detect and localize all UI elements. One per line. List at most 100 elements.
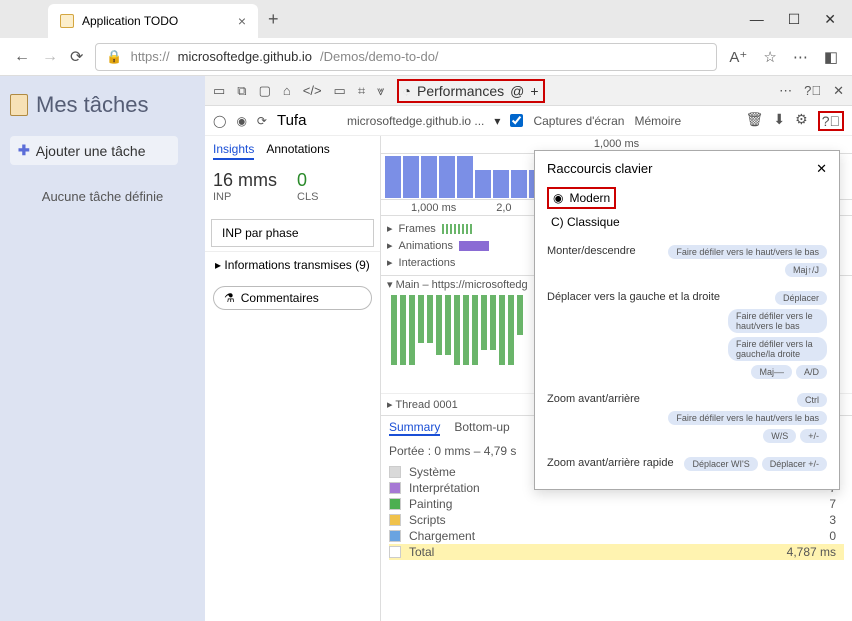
overflow-icon[interactable]: ⋯ [779, 83, 792, 99]
inspect-icon[interactable]: ▭ [213, 83, 225, 99]
tab-bottomup[interactable]: Bottom-up [454, 420, 509, 436]
shortcut-key: Ctrl [797, 393, 827, 407]
legend-label: Total [409, 545, 434, 559]
legend-swatch [389, 498, 401, 510]
shortcut-section-title: Monter/descendre [547, 245, 636, 257]
shortcut-key: Déplacer WI'S [684, 457, 757, 471]
plus-icon[interactable]: + [530, 83, 538, 99]
legend-label: Interprétation [409, 481, 480, 495]
radio-icon: ◉ [553, 191, 563, 205]
reload-record-icon[interactable]: ⟳ [257, 114, 267, 128]
throttle-dropdown[interactable]: microsoftedge.github.io ... [347, 114, 484, 128]
metric-inp[interactable]: 16 mms INP [213, 170, 277, 203]
legend-swatch [389, 466, 401, 478]
maximize-icon[interactable]: ☐ [788, 11, 801, 28]
insight-inp-phase[interactable]: INP par phase [211, 219, 374, 247]
home-icon[interactable]: ⌂ [283, 83, 291, 98]
forward-button[interactable]: → [42, 48, 58, 66]
tab-favicon [60, 14, 74, 28]
performance-tab[interactable]: ◔ Performances @ + [397, 79, 545, 103]
trash-icon[interactable]: 🗑 [746, 111, 764, 131]
record-icon[interactable]: ◯ [213, 114, 226, 128]
tab-title: Application TODO [82, 14, 178, 28]
shortcut-key: Déplacer +/- [762, 457, 827, 471]
legend-swatch [389, 546, 401, 558]
legend-row: Painting 7 [389, 496, 844, 512]
todo-app-pane: Mes tâches ✚ Ajouter une tâche Aucune tâ… [0, 76, 205, 621]
reader-icon[interactable]: A⁺ [729, 48, 747, 66]
tab-summary[interactable]: Summary [389, 420, 440, 436]
legend-row: Chargement 0 [389, 528, 844, 544]
clipboard-icon [10, 94, 28, 116]
welcome-icon[interactable]: ▢ [259, 83, 271, 99]
flask-icon: ⚗ [224, 291, 235, 305]
shortcuts-help-icon[interactable]: ?⃝ [818, 111, 844, 131]
window-titlebar: Application TODO × + — ☐ ✕ [0, 0, 852, 38]
legend-value: 7 [829, 497, 836, 511]
tab-annotations[interactable]: Annotations [266, 142, 329, 160]
shortcut-key: Faire défiler vers le haut/vers le bas [668, 411, 827, 425]
legend-label: Chargement [409, 529, 475, 543]
shortcut-key: Maj↑/J [785, 263, 827, 277]
insight-network[interactable]: ▸ Informations transmises (9) [205, 251, 380, 278]
lock-icon: 🔒 [106, 49, 122, 65]
metric-cls[interactable]: 0 CLS [297, 170, 318, 203]
legend-value: 4,787 ms [787, 545, 836, 559]
refresh-button[interactable]: ⟳ [70, 47, 83, 67]
settings-icon[interactable]: ⚙ [795, 111, 808, 131]
shortcut-key: +/- [800, 429, 827, 443]
close-tab-icon[interactable]: × [238, 13, 246, 29]
comments-button[interactable]: ⚗ Commentaires [213, 286, 372, 310]
legend-swatch [389, 482, 401, 494]
screenshots-checkbox[interactable] [510, 114, 523, 127]
address-bar: ← → ⟳ 🔒 https://microsoftedge.github.io/… [0, 38, 852, 76]
perf-controls: ◯ ◉ ⟳ microsoftedge.github.io ... ▾ Capt… [205, 106, 852, 136]
add-task-input[interactable]: ✚ Ajouter une tâche [10, 136, 178, 165]
shortcut-key: Déplacer [775, 291, 827, 305]
popup-title: Raccourcis clavier [547, 161, 652, 177]
legend-value: 3 [829, 513, 836, 527]
device-icon[interactable]: ⧉ [237, 83, 246, 99]
sidebar-icon[interactable]: ◧ [824, 48, 838, 66]
popup-close-icon[interactable]: ✕ [816, 161, 827, 177]
radio-classic[interactable]: C) Classique [547, 213, 827, 231]
radio-modern[interactable]: ◉ Modern [547, 187, 616, 209]
shortcut-section-title: Zoom avant/arrière rapide [547, 457, 674, 469]
close-devtools-icon[interactable]: ✕ [833, 83, 844, 99]
more-icon[interactable]: ⋯ [793, 48, 808, 66]
stop-icon[interactable]: ◉ [236, 114, 246, 128]
legend-swatch [389, 530, 401, 542]
window-controls: — ☐ ✕ [750, 11, 852, 28]
shortcut-section-title: Zoom avant/arrière [547, 393, 640, 405]
devtools-toolbar: ▭ ⧉ ▢ ⌂ </> ▭ ⌗ ⩔ ◔ Performances @ + ⋯ ?… [205, 76, 852, 106]
shortcut-key: W/S [763, 429, 796, 443]
browser-tab[interactable]: Application TODO × [48, 4, 258, 38]
close-window-icon[interactable]: ✕ [824, 11, 836, 28]
sources-icon[interactable]: ▭ [334, 83, 346, 99]
minimize-icon[interactable]: — [750, 11, 764, 28]
shortcut-key: Faire défiler vers la gauche/la droite [728, 337, 827, 361]
tab-insights[interactable]: Insights [213, 142, 254, 160]
recording-name[interactable] [277, 112, 337, 129]
gauge-icon: ◔ [403, 83, 411, 99]
download-icon[interactable]: ⬇ [773, 111, 785, 131]
shortcut-section-title: Déplacer vers la gauche et la droite [547, 291, 720, 303]
network-icon[interactable]: ⩔ [377, 83, 384, 99]
legend-label: Scripts [409, 513, 446, 527]
shortcut-key: Maj–– [751, 365, 792, 379]
url-input[interactable]: 🔒 https://microsoftedge.github.io/Demos/… [95, 43, 717, 71]
elements-icon[interactable]: </> [303, 83, 322, 98]
shortcuts-popup: Raccourcis clavier ✕ ◉ Modern C) Classiq… [534, 150, 840, 490]
shortcut-key: Faire défiler vers le haut/vers le bas [728, 309, 827, 333]
bug-icon[interactable]: ⌗ [358, 83, 365, 99]
shortcut-key: Faire défiler vers le haut/vers le bas [668, 245, 827, 259]
new-tab-button[interactable]: + [268, 9, 279, 30]
empty-state: Aucune tâche définie [10, 189, 195, 204]
legend-row: Scripts 3 [389, 512, 844, 528]
help-icon-top[interactable]: ?⃝ [804, 83, 821, 98]
legend-label: Système [409, 465, 456, 479]
legend-swatch [389, 514, 401, 526]
shortcut-key: A/D [796, 365, 827, 379]
favorite-icon[interactable]: ☆ [763, 48, 776, 66]
back-button[interactable]: ← [14, 48, 30, 66]
